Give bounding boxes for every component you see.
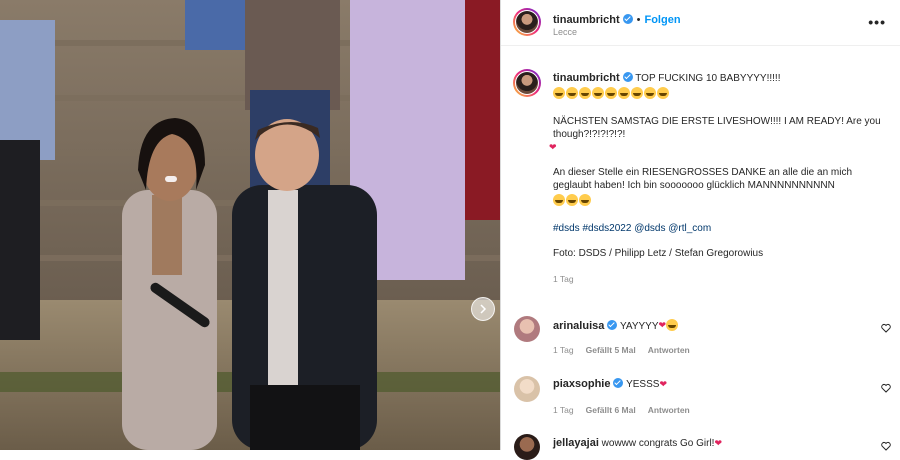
- crying-laughing-emoji-icon: [566, 87, 578, 99]
- comment-age: 1 Tag: [553, 345, 574, 355]
- crying-laughing-emoji-icon: [605, 87, 617, 99]
- caption-line1: TOP FUCKING 10 BABYYYY!!!!!: [635, 73, 781, 84]
- follow-button[interactable]: Folgen: [644, 14, 680, 26]
- author-avatar[interactable]: [513, 8, 541, 36]
- comment-meta: 1 Tag Gefällt 5 Mal Antworten: [553, 345, 690, 355]
- crying-laughing-emoji-icon: [644, 87, 656, 99]
- header-title-row: tinaumbricht • Folgen: [553, 10, 681, 28]
- crying-laughing-emoji-icon: [566, 194, 578, 206]
- verified-badge-icon: [622, 72, 633, 82]
- crying-laughing-emoji-icon: [579, 194, 591, 206]
- crying-laughing-emoji-icon: [592, 87, 604, 99]
- crying-laughing-emoji-icon: [657, 87, 669, 99]
- commenter-avatar[interactable]: [514, 316, 540, 342]
- crying-laughing-emoji-icon: [631, 87, 643, 99]
- crying-laughing-emoji-icon: [579, 87, 591, 99]
- commenter-avatar[interactable]: [514, 376, 540, 402]
- crying-laughing-emoji-icon: [553, 87, 565, 99]
- reply-button[interactable]: Antworten: [648, 345, 690, 355]
- comment-username[interactable]: piaxsophie: [553, 378, 610, 390]
- crying-laughing-emoji-icon: [618, 87, 630, 99]
- heart-eyes-emoji-icon: [666, 319, 679, 331]
- caption-username[interactable]: tinaumbricht: [553, 72, 620, 84]
- verified-badge-icon: [622, 14, 633, 24]
- comment-username[interactable]: arinaluisa: [553, 320, 604, 332]
- comment-item: jellayajai wowww congrats Go Girl!❤: [553, 437, 723, 449]
- comment-text: YAYYYY: [619, 321, 659, 332]
- caption-line2: NÄCHSTEN SAMSTAG DIE ERSTE LIVESHOW!!!! …: [553, 116, 881, 140]
- mention-link[interactable]: @rtl_com: [668, 223, 711, 234]
- hashtag-link[interactable]: #dsds2022: [582, 223, 631, 234]
- header-separator: •: [636, 14, 641, 26]
- red-heart-emoji-icon: ❤: [549, 142, 557, 152]
- comment-item: piaxsophie YESSS❤: [553, 378, 667, 390]
- chevron-right-icon: [480, 304, 487, 314]
- caption-line3: An dieser Stelle ein RIESENGROSSES DANKE…: [553, 167, 853, 191]
- comment-text: wowww congrats Go Girl!: [601, 438, 715, 449]
- post-header: tinaumbricht • Folgen Lecce •••: [501, 0, 900, 46]
- reply-button[interactable]: Antworten: [648, 405, 690, 415]
- crying-laughing-emoji-icon: [553, 194, 565, 206]
- more-horizontal-icon[interactable]: •••: [868, 14, 886, 30]
- like-comment-heart-icon[interactable]: [881, 383, 891, 393]
- caption-block: tinaumbricht TOP FUCKING 10 BABYYYY!!!!!…: [549, 72, 888, 286]
- like-comment-heart-icon[interactable]: [881, 323, 891, 333]
- author-username[interactable]: tinaumbricht: [553, 14, 620, 26]
- comment-item: arinaluisa YAYYYY❤: [553, 319, 679, 333]
- caption-age: 1 Tag: [553, 274, 574, 284]
- comment-username[interactable]: jellayajai: [553, 437, 599, 449]
- post-location[interactable]: Lecce: [553, 27, 577, 37]
- comment-text: YESSS: [626, 379, 660, 390]
- hashtag-link[interactable]: #dsds: [553, 223, 580, 234]
- verified-badge-icon: [607, 320, 618, 330]
- photo-credit: Foto: DSDS / Philipp Letz / Stefan Grego…: [553, 248, 764, 259]
- hashtag-row: #dsds #dsds2022 @dsds @rtl_com: [553, 222, 888, 235]
- comment-likes[interactable]: Gefällt 5 Mal: [586, 345, 636, 355]
- post-photo[interactable]: [0, 0, 500, 450]
- verified-badge-icon: [613, 378, 624, 388]
- comment-likes[interactable]: Gefällt 6 Mal: [586, 405, 636, 415]
- comment-meta: 1 Tag Gefällt 6 Mal Antworten: [553, 405, 690, 415]
- commenter-avatar[interactable]: [514, 434, 540, 460]
- post-side-panel: tinaumbricht • Folgen Lecce ••• tinaumbric…: [501, 0, 900, 460]
- emoji-row: [553, 194, 888, 208]
- caption-avatar[interactable]: [513, 69, 541, 97]
- carousel-next-button[interactable]: [471, 297, 495, 321]
- emoji-row: [553, 87, 888, 101]
- comment-age: 1 Tag: [553, 405, 574, 415]
- stage-photo-illustration: [0, 0, 500, 450]
- mention-link[interactable]: @dsds: [634, 223, 665, 234]
